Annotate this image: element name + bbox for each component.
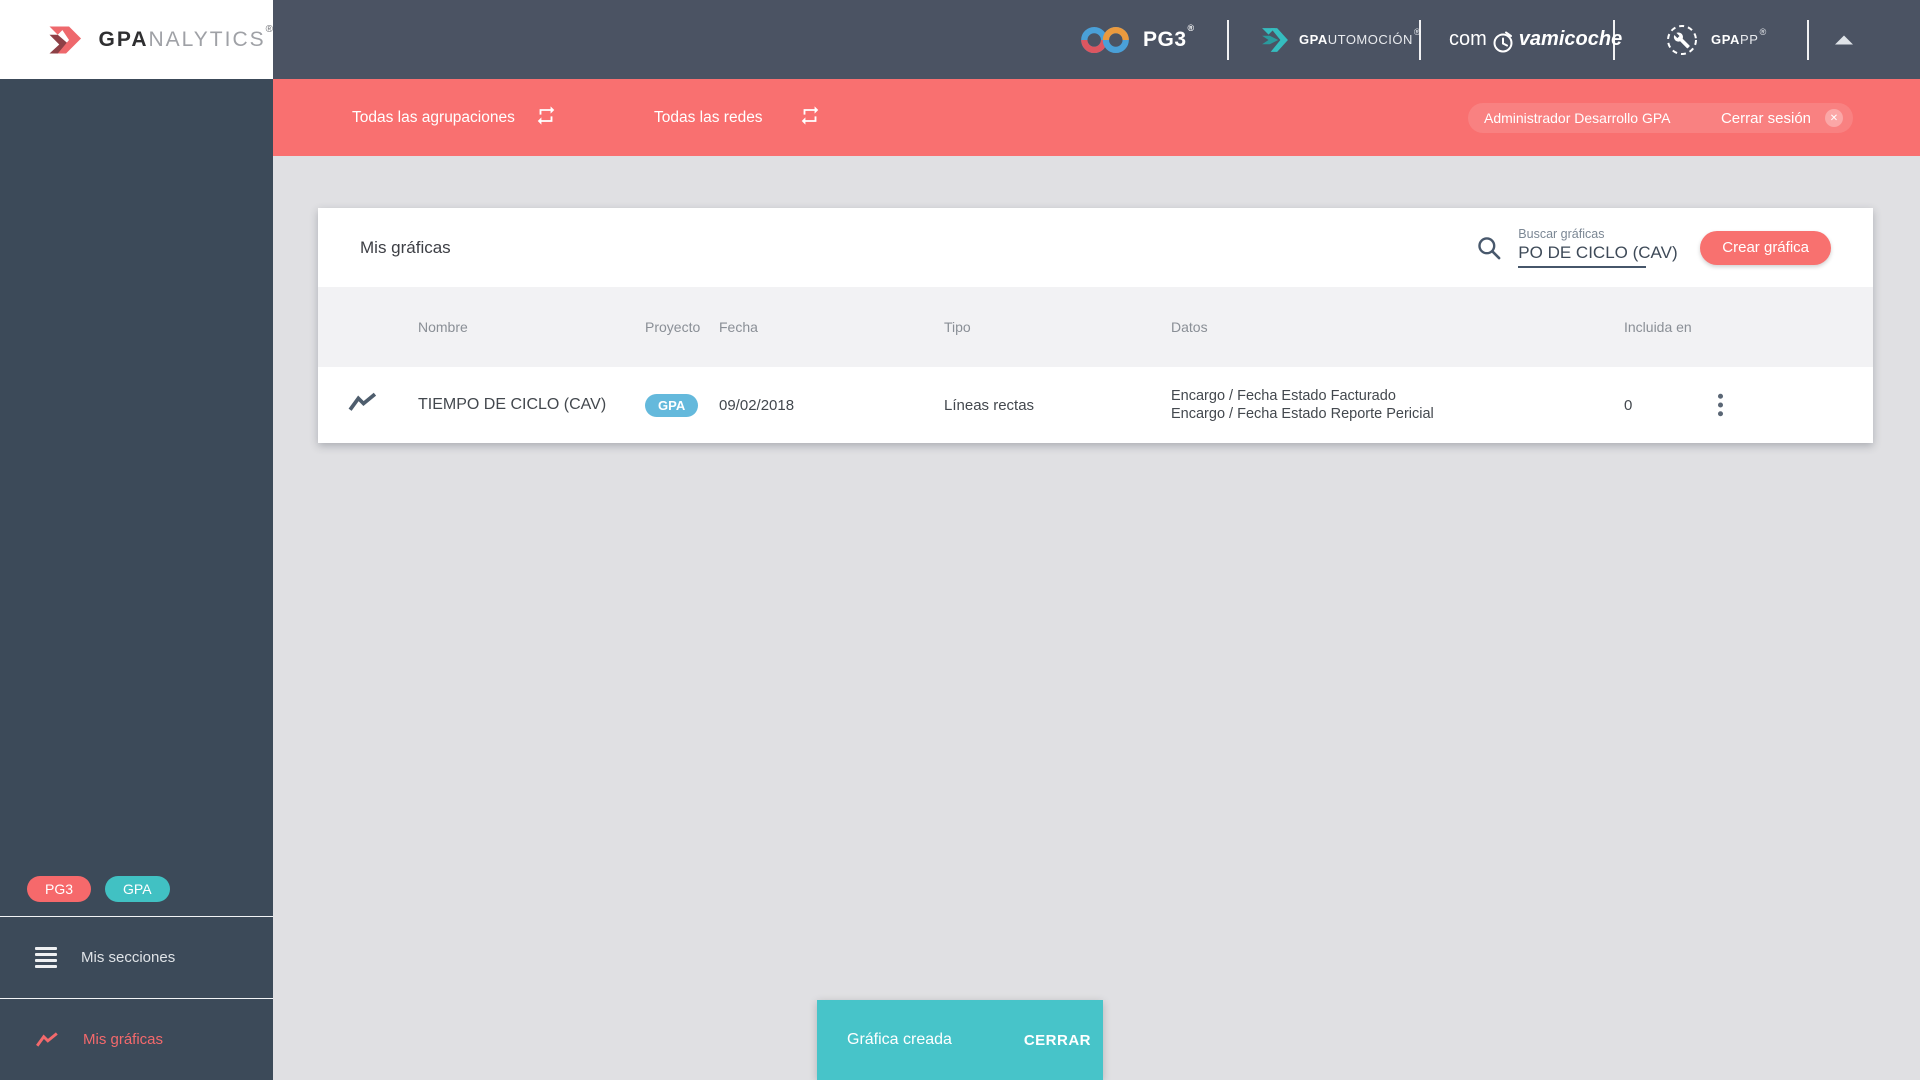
line-chart-icon [348, 392, 377, 411]
swap-networks-button[interactable] [799, 104, 821, 131]
search-input-label: Buscar gráficas [1518, 227, 1605, 241]
col-header-nombre: Nombre [418, 319, 468, 335]
product-badges: PG3 GPA [0, 876, 273, 902]
header-divider [1613, 19, 1615, 60]
card-header: Mis gráficas Buscar gráficas PO DE CICLO… [318, 208, 1873, 287]
gpautomocion-label: GPAUTOMOCIÓN® [1299, 27, 1422, 47]
menu-icon [35, 947, 57, 968]
sidebar-item-label: Mis gráficas [83, 1031, 164, 1048]
my-charts-card: Mis gráficas Buscar gráficas PO DE CICLO… [318, 208, 1873, 443]
line-chart-icon [36, 1031, 58, 1047]
row-date: 09/02/2018 [719, 396, 795, 414]
table-header-row: Nombre Proyecto Fecha Tipo Datos Incluid… [318, 287, 1873, 367]
filter-all-groups[interactable]: Todas las agrupaciones [352, 109, 515, 127]
comprovamicoche-post: vamicoche [1518, 28, 1623, 50]
row-data-line: Encargo / Fecha Estado Reporte Pericial [1171, 406, 1434, 422]
gpapp-wrench-icon [1667, 24, 1697, 55]
search-icon[interactable] [1476, 235, 1502, 261]
app-switcher-pg3[interactable]: PG3® [1079, 22, 1195, 58]
repeat-icon [801, 105, 819, 125]
pg3-infinity-icon [1081, 26, 1129, 53]
snackbar-toast: Gráfica creada CERRAR [817, 1000, 1103, 1080]
repeat-icon [537, 105, 555, 125]
kebab-menu-icon [1717, 393, 1724, 417]
col-header-datos: Datos [1171, 319, 1208, 335]
gpautomocion-arrow-icon [1262, 27, 1288, 52]
badge-pg3[interactable]: PG3 [27, 876, 92, 902]
logout-close-icon[interactable]: ✕ [1825, 109, 1843, 127]
toast-message: Gráfica creada [847, 1031, 952, 1048]
filter-all-networks[interactable]: Todas las redes [654, 109, 763, 127]
row-data-line: Encargo / Fecha Estado Facturado [1171, 388, 1396, 404]
row-included-in: 0 [1624, 396, 1633, 414]
swap-groups-button[interactable] [535, 104, 557, 131]
stopwatch-icon [1493, 31, 1513, 52]
filter-bar: Todas las agrupaciones Todas las redes A… [273, 79, 1920, 156]
header-divider [1227, 19, 1229, 60]
header-divider [1807, 19, 1809, 60]
gpapp-label: GPAPP® [1711, 27, 1767, 47]
gpa-analytics-wordmark: GPANALYTICS® [98, 23, 273, 51]
sidebar-item-label: Mis secciones [81, 949, 176, 966]
logged-user-name: Administrador Desarrollo GPA [1484, 110, 1671, 126]
search-input[interactable]: Buscar gráficas PO DE CICLO (CAV) [1518, 227, 1678, 268]
page-title: Mis gráficas [360, 237, 451, 257]
project-badge: GPA [645, 393, 699, 417]
col-header-incluida-en: Incluida en [1624, 319, 1692, 335]
app-header: PG3® GPAUTOMOCIÓN® com vamicoche GPAPP® [273, 0, 1920, 79]
row-actions-menu-button[interactable] [1717, 391, 1741, 419]
create-chart-button[interactable]: Crear gráfica [1700, 230, 1831, 265]
pg3-label: PG3® [1143, 22, 1195, 51]
row-data-series: Encargo / Fecha Estado Facturado Encargo… [1171, 387, 1624, 423]
toast-close-button[interactable]: CERRAR [1024, 1032, 1091, 1049]
col-header-tipo: Tipo [944, 319, 971, 335]
chevron-up-icon [1835, 35, 1853, 44]
row-chart-type-cell [318, 391, 418, 419]
app-switcher-gpapp[interactable]: GPAPP® [1665, 23, 1767, 57]
row-name: TIEMPO DE CICLO (CAV) [418, 396, 607, 413]
gpa-analytics-logo[interactable]: GPANALYTICS® [0, 0, 273, 79]
sidebar-item-mis-secciones[interactable]: Mis secciones [0, 917, 273, 998]
collapse-header-button[interactable] [1835, 35, 1853, 44]
app-switcher-comprovamicoche[interactable]: com vamicoche [1449, 28, 1622, 52]
gpa-analytics-arrow-icon [49, 25, 82, 54]
session-pill: Administrador Desarrollo GPA Cerrar sesi… [1468, 103, 1853, 133]
logout-button[interactable]: Cerrar sesión [1721, 110, 1811, 127]
table-row[interactable]: TIEMPO DE CICLO (CAV) GPA 09/02/2018 Lín… [318, 367, 1873, 443]
app-switcher-gpautomocion[interactable]: GPAUTOMOCIÓN® [1261, 27, 1421, 53]
sidebar-item-mis-graficas[interactable]: Mis gráficas [0, 999, 273, 1080]
col-header-proyecto: Proyecto [645, 319, 701, 335]
badge-gpa[interactable]: GPA [105, 876, 170, 902]
col-header-fecha: Fecha [719, 319, 758, 335]
row-project-cell: GPA [645, 393, 719, 417]
comprovamicoche-pre: com [1449, 28, 1487, 50]
row-type: Líneas rectas [944, 396, 1035, 414]
header-divider [1419, 19, 1421, 60]
sidebar: PG3 GPA Mis secciones Mis gráficas [0, 79, 273, 1080]
search-input-value: PO DE CICLO (CAV) [1518, 243, 1678, 268]
